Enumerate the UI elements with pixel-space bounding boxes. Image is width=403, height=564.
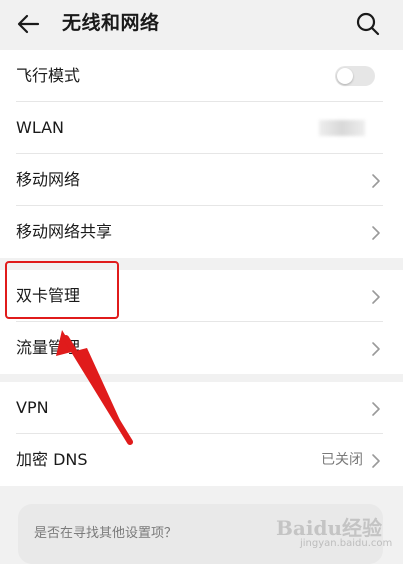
toggle-knob [337, 68, 353, 84]
watermark-url: jingyan.baidu.com [300, 538, 393, 549]
search-icon[interactable] [353, 9, 383, 39]
row-label: 流量管理 [16, 338, 81, 357]
dns-status-value: 已关闭 [321, 452, 363, 468]
vpn-row[interactable]: VPN [0, 382, 403, 434]
wlan-row[interactable]: WLAN [0, 102, 403, 154]
app-header: 无线和网络 [0, 0, 403, 48]
chevron-right-icon [372, 226, 380, 240]
suggestion-text: 是否在寻找其他设置项？ [34, 526, 178, 541]
data-usage-row[interactable]: 流量管理 [0, 322, 403, 374]
row-label: WLAN [16, 118, 65, 137]
chevron-right-icon [372, 402, 380, 416]
mobile-network-row[interactable]: 移动网络 [0, 154, 403, 206]
settings-group-1: 飞行模式 WLAN 移动网络 移动网络共享 [0, 50, 403, 258]
back-arrow-icon[interactable] [14, 9, 44, 39]
chevron-right-icon [372, 290, 380, 304]
row-label: VPN [16, 398, 49, 417]
row-label: 加密 DNS [16, 450, 88, 469]
page-title: 无线和网络 [62, 12, 160, 34]
blurred-wifi-name [319, 120, 365, 136]
airplane-mode-toggle[interactable] [335, 66, 375, 86]
row-label: 移动网络 [16, 170, 81, 189]
encrypted-dns-row[interactable]: 加密 DNS 已关闭 [0, 434, 403, 486]
row-label: 飞行模式 [16, 66, 81, 85]
settings-group-3: VPN 加密 DNS 已关闭 [0, 382, 403, 486]
tethering-row[interactable]: 移动网络共享 [0, 206, 403, 258]
red-highlight-box [5, 261, 119, 319]
watermark-logo: Baidu经验 [276, 516, 382, 540]
chevron-right-icon [372, 174, 380, 188]
chevron-right-icon [372, 342, 380, 356]
chevron-right-icon [372, 454, 380, 468]
airplane-mode-row[interactable]: 飞行模式 [0, 50, 403, 102]
row-label: 移动网络共享 [16, 222, 113, 241]
